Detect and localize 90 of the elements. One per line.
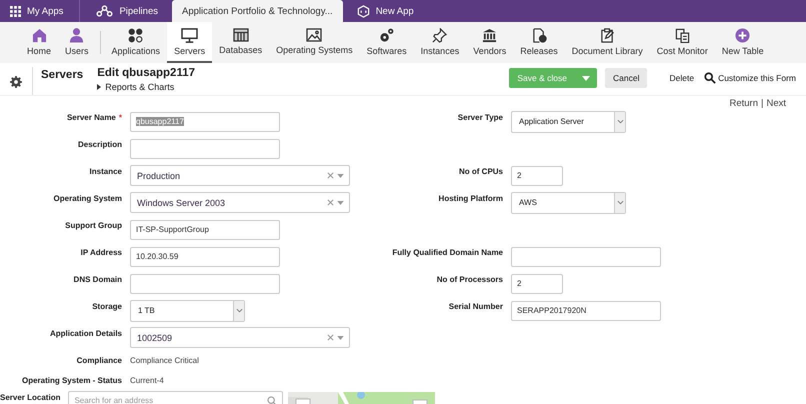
text-field[interactable] xyxy=(130,138,280,158)
image-icon xyxy=(306,28,322,42)
document-icon xyxy=(532,28,546,42)
text-field[interactable] xyxy=(511,246,661,266)
table-icon xyxy=(232,28,249,42)
section-title: Servers xyxy=(41,69,84,81)
search-icon xyxy=(704,72,716,84)
combo-field[interactable]: Production xyxy=(130,165,350,186)
field-label: Storage xyxy=(92,302,122,311)
clear-icon[interactable] xyxy=(327,199,334,206)
clear-icon[interactable] xyxy=(327,172,334,179)
field-value: Compliance Critical xyxy=(130,356,199,366)
caret-icon xyxy=(337,200,344,204)
cube-icon xyxy=(356,4,370,18)
clear-icon[interactable] xyxy=(327,334,334,341)
field-label: Server Type xyxy=(458,113,503,122)
toolbar-button[interactable]: Home xyxy=(20,22,58,63)
add-icon xyxy=(735,28,750,42)
app-tab[interactable]: Pipelines xyxy=(86,0,168,22)
app-tab[interactable]: Application Portfolio & Technology... xyxy=(172,0,343,22)
field-label: No of CPUs xyxy=(459,167,503,176)
separator: | xyxy=(760,98,764,108)
home-icon xyxy=(32,28,46,42)
search-icon xyxy=(267,396,278,404)
chevron-icon xyxy=(616,119,624,124)
field-value: Current-4 xyxy=(130,376,164,385)
triangle-icon xyxy=(97,84,102,90)
caret-icon xyxy=(337,174,344,178)
text-field[interactable]: 10.20.30.59 xyxy=(130,246,280,266)
next-link[interactable]: Next xyxy=(766,98,786,108)
reports-link[interactable]: Reports & Charts xyxy=(97,82,174,92)
combo-field[interactable]: 1002509 xyxy=(130,327,350,348)
field-label: Application Details xyxy=(50,329,122,338)
chevron-icon xyxy=(236,308,242,313)
field-label: Server Location xyxy=(0,393,60,402)
toolbar-button[interactable]: Servers xyxy=(167,22,212,63)
monitor-icon xyxy=(181,28,198,42)
settings-icon[interactable] xyxy=(10,76,22,88)
nodes-icon xyxy=(96,5,114,17)
dots-icon xyxy=(128,28,144,42)
toolbar-button[interactable]: Databases xyxy=(212,22,270,63)
field-label: Operating System xyxy=(54,194,122,203)
clipboard-icon xyxy=(600,28,615,42)
field-label: IP Address xyxy=(80,248,122,257)
toolbar-button[interactable]: Instances xyxy=(414,22,466,63)
bank-icon xyxy=(482,28,498,42)
field-label: Fully Qualified Domain Name xyxy=(392,248,503,257)
toolbar-button[interactable]: Applications xyxy=(104,22,168,63)
return-link[interactable]: Return xyxy=(729,98,758,108)
field-label: Hosting Platform xyxy=(438,194,503,203)
page-title: Edit qbusapp2117 xyxy=(97,67,195,79)
field-label: DNS Domain xyxy=(74,275,122,284)
toolbar-button[interactable]: Users xyxy=(58,22,96,63)
text-field[interactable]: 2 xyxy=(511,166,563,186)
chevron-icon xyxy=(616,200,624,205)
user-icon xyxy=(69,27,84,43)
toolbar-button[interactable]: Operating Systems xyxy=(269,22,360,63)
cancel-button[interactable]: Cancel xyxy=(605,68,648,88)
field-label: Serial Number xyxy=(448,302,503,311)
caret-icon xyxy=(337,336,344,340)
field-label: Compliance xyxy=(76,356,122,366)
app-tab[interactable]: New App xyxy=(346,0,424,22)
toolbar-button[interactable]: Softwares xyxy=(360,22,414,63)
toolbar-button[interactable]: Cost Monitor xyxy=(650,22,715,63)
field-label: Description xyxy=(78,140,122,149)
gears-icon xyxy=(379,28,394,42)
text-field[interactable]: SERAPP2017920N xyxy=(511,300,661,320)
toolbar-button[interactable]: New Table xyxy=(714,22,771,63)
grid-icon xyxy=(10,6,21,16)
select-field[interactable]: 1 TB xyxy=(130,300,245,322)
field-label: Server Name xyxy=(66,113,116,122)
text-field[interactable]: 2 xyxy=(511,274,563,294)
customize-link[interactable]: Customize this Form xyxy=(704,72,796,84)
select-field[interactable]: Application Server xyxy=(511,110,626,132)
toolbar-button[interactable]: Vendors xyxy=(466,22,514,63)
toolbar-button[interactable]: Releases xyxy=(513,22,565,63)
combo-field[interactable]: Windows Server 2003 xyxy=(130,192,350,213)
copy-icon xyxy=(674,28,690,42)
caret-icon xyxy=(582,76,590,80)
delete-link[interactable]: Delete xyxy=(669,73,694,83)
toolbar-button[interactable]: Document Library xyxy=(564,22,650,63)
field-label: No of Processors xyxy=(436,275,503,284)
select-field[interactable]: AWS xyxy=(511,192,626,214)
field-label: Operating System - Status xyxy=(22,376,122,385)
field-label: Support Group xyxy=(65,221,122,230)
field-label: Instance xyxy=(90,167,122,176)
text-field[interactable] xyxy=(130,274,280,294)
text-field[interactable]: IT-SP-SupportGroup xyxy=(130,220,280,240)
pushpin-icon xyxy=(432,28,448,42)
required-mark: * xyxy=(118,113,122,122)
